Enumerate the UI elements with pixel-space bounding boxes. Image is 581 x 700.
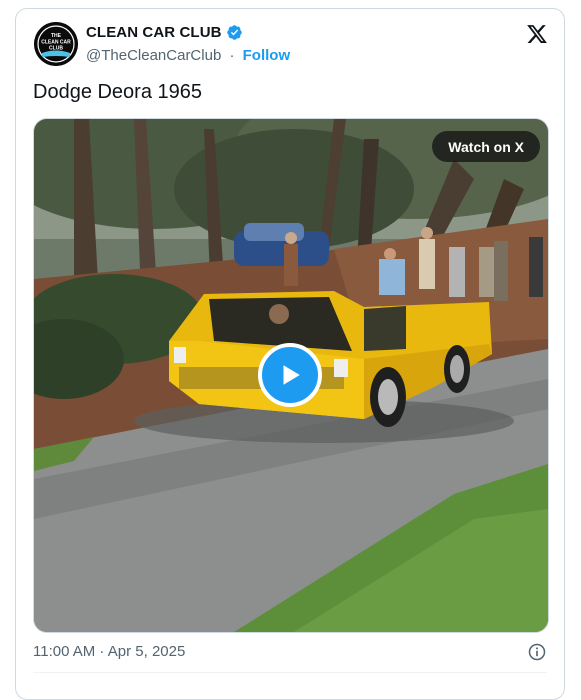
play-icon <box>283 365 300 385</box>
club-logo-icon: THE CLEAN CAR CLUB <box>34 22 78 66</box>
x-logo-icon[interactable] <box>526 23 548 45</box>
avatar-text-3: CLUB <box>49 46 63 52</box>
handle[interactable]: @TheCleanCarClub <box>86 47 221 64</box>
video-player[interactable]: Watch on X <box>33 118 549 633</box>
display-name[interactable]: CLEAN CAR CLUB <box>86 24 222 41</box>
handle-row: @TheCleanCarClub · Follow <box>86 47 290 64</box>
avatar[interactable]: THE CLEAN CAR CLUB <box>34 22 78 66</box>
tweet-timestamp[interactable]: 11:00 AM · Apr 5, 2025 <box>33 643 185 660</box>
play-button[interactable] <box>258 343 322 407</box>
avatar-text-1: THE <box>51 33 62 39</box>
separator: · <box>229 47 235 64</box>
tweet-card: THE CLEAN CAR CLUB CLEAN CAR CLUB @TheCl… <box>15 8 565 700</box>
info-icon[interactable] <box>527 642 547 662</box>
verified-badge-icon <box>226 25 242 40</box>
watch-on-x-button[interactable]: Watch on X <box>432 131 540 162</box>
divider <box>33 672 547 673</box>
follow-button[interactable]: Follow <box>243 47 291 64</box>
tweet-text: Dodge Deora 1965 <box>33 81 203 103</box>
author-name-row: CLEAN CAR CLUB <box>86 24 243 41</box>
